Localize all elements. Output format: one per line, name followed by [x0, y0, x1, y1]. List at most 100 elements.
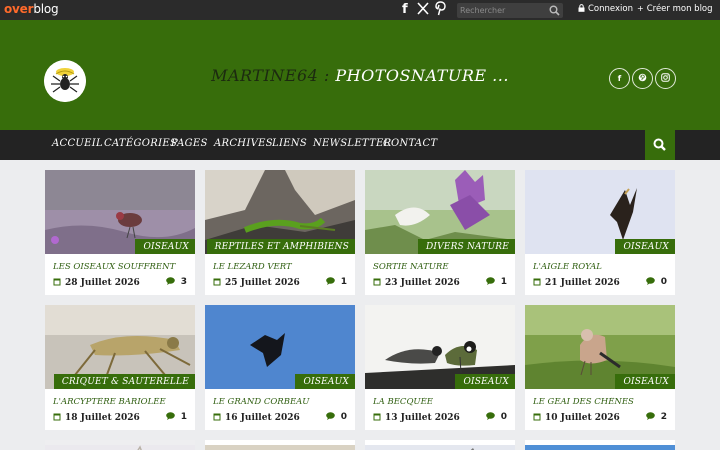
blog-header: MARTINE64 : PHOTOSNATURE ... f [0, 20, 720, 130]
post-category-badge[interactable]: CRIQUET & SAUTERELLE [53, 374, 195, 389]
logo-blog: blog [33, 2, 59, 16]
comment-icon [165, 277, 175, 285]
post-card[interactable]: REPTILES ET AMPHIBIENS Le lézard vert 25… [205, 170, 355, 295]
comment-icon [325, 412, 335, 420]
post-card[interactable]: OISEAUX Le geai des chênes 10 Juillet 20… [525, 305, 675, 430]
search-icon[interactable] [549, 5, 560, 16]
post-date-text: 25 Juillet 2026 [225, 278, 300, 288]
post-category-badge[interactable]: DIVERS NATURE [417, 239, 515, 254]
post-category-badge[interactable]: REPTILES ET AMPHIBIENS [206, 239, 355, 254]
post-date: 21 Juillet 2026 [533, 277, 620, 288]
facebook-icon[interactable]: f [402, 2, 408, 17]
post-date: 25 Juillet 2026 [213, 277, 300, 288]
post-title[interactable]: L'arcyptère bariolée [53, 397, 189, 407]
site-title-part1: MARTINE64 : [211, 66, 330, 85]
post-thumbnail[interactable] [525, 445, 675, 450]
post-card-partial[interactable] [205, 440, 355, 450]
post-date: 28 Juillet 2026 [53, 277, 140, 288]
post-comments-count: 0 [340, 412, 347, 422]
nav-item-liens[interactable]: Liens [272, 138, 307, 149]
post-card-partial[interactable] [365, 440, 515, 450]
post-comments-count: 1 [500, 277, 507, 287]
comment-icon [325, 277, 335, 285]
header-facebook-icon[interactable]: f [609, 68, 630, 89]
post-comments[interactable]: 2 [645, 412, 667, 422]
x-icon[interactable] [417, 2, 429, 19]
login-link[interactable]: Connexion [578, 4, 633, 14]
post-category-badge[interactable]: OISEAUX [295, 374, 355, 389]
lock-icon [578, 4, 585, 12]
post-comments-count: 2 [660, 412, 667, 422]
post-date-text: 16 Juillet 2026 [225, 413, 300, 423]
post-comments-count: 1 [340, 277, 347, 287]
post-card[interactable]: OISEAUX L'aigle royal 21 Juillet 2026 0 [525, 170, 675, 295]
post-comments-count: 3 [180, 277, 187, 287]
post-date-text: 28 Juillet 2026 [65, 278, 140, 288]
nav-item-pages[interactable]: Pages [171, 138, 208, 149]
comment-icon [485, 277, 495, 285]
post-category-badge[interactable]: OISEAUX [615, 239, 675, 254]
post-comments[interactable]: 1 [165, 412, 187, 422]
post-date-text: 10 Juillet 2026 [545, 413, 620, 423]
post-date: 10 Juillet 2026 [533, 412, 620, 423]
nav-item-contact[interactable]: Contact [383, 138, 437, 149]
post-title[interactable]: L'aigle royal [533, 262, 669, 272]
post-title[interactable]: Le grand corbeau [213, 397, 349, 407]
nav-item-categories[interactable]: Catégories [104, 138, 177, 149]
post-comments-count: 0 [500, 412, 507, 422]
post-category-badge[interactable]: OISEAUX [455, 374, 515, 389]
post-card[interactable]: OISEAUX Les oiseaux souffrent 28 Juillet… [45, 170, 195, 295]
post-title[interactable]: Le geai des chênes [533, 397, 669, 407]
comment-icon [645, 412, 655, 420]
nav-item-archives[interactable]: Archives [214, 138, 273, 149]
post-date: 13 Juillet 2026 [373, 412, 460, 423]
header-instagram-icon[interactable] [655, 68, 676, 89]
comment-icon [645, 277, 655, 285]
post-comments[interactable]: 0 [645, 277, 667, 287]
post-title[interactable]: Sortie nature [373, 262, 509, 272]
calendar-icon [53, 278, 61, 286]
nav-item-newsletter[interactable]: Newsletter [313, 138, 391, 149]
calendar-icon [533, 413, 541, 421]
nav-search-button[interactable] [645, 130, 675, 160]
create-blog-label: Créer mon blog [646, 4, 713, 14]
post-thumbnail[interactable] [205, 445, 355, 450]
pinterest-icon[interactable] [435, 1, 446, 20]
search-input[interactable] [460, 4, 548, 17]
search-box [457, 3, 563, 18]
post-comments[interactable]: 1 [325, 277, 347, 287]
overblog-logo[interactable]: overblog [4, 2, 59, 16]
post-date: 16 Juillet 2026 [213, 412, 300, 423]
post-card[interactable]: OISEAUX Le grand corbeau 16 Juillet 2026… [205, 305, 355, 430]
post-title[interactable]: La becquée [373, 397, 509, 407]
post-comments[interactable]: 1 [485, 277, 507, 287]
comment-icon [485, 412, 495, 420]
post-card[interactable]: OISEAUX La becquée 13 Juillet 2026 0 [365, 305, 515, 430]
post-card-partial[interactable] [525, 440, 675, 450]
post-comments[interactable]: 0 [325, 412, 347, 422]
post-date-text: 23 Juillet 2026 [385, 278, 460, 288]
plus-icon: + [637, 4, 644, 13]
site-title-part2: PHOTOSNATURE ... [335, 66, 509, 85]
login-label: Connexion [588, 4, 633, 14]
post-title[interactable]: Les oiseaux souffrent [53, 262, 189, 272]
post-card[interactable]: CRIQUET & SAUTERELLE L'arcyptère bariolé… [45, 305, 195, 430]
post-category-badge[interactable]: OISEAUX [615, 374, 675, 389]
post-date-text: 21 Juillet 2026 [545, 278, 620, 288]
post-comments[interactable]: 0 [485, 412, 507, 422]
post-comments-count: 0 [660, 277, 667, 287]
post-card[interactable]: DIVERS NATURE Sortie nature 23 Juillet 2… [365, 170, 515, 295]
post-thumbnail[interactable] [365, 445, 515, 450]
nav-item-accueil[interactable]: Accueil [52, 138, 103, 149]
post-date: 18 Juillet 2026 [53, 412, 140, 423]
search-icon [653, 138, 666, 151]
post-date-text: 18 Juillet 2026 [65, 413, 140, 423]
post-comments[interactable]: 3 [165, 277, 187, 287]
post-category-badge[interactable]: OISEAUX [135, 239, 195, 254]
post-title[interactable]: Le lézard vert [213, 262, 349, 272]
create-blog-link[interactable]: + Créer mon blog [637, 4, 713, 14]
calendar-icon [533, 278, 541, 286]
header-pinterest-icon[interactable] [632, 68, 653, 89]
post-card-partial[interactable] [45, 440, 195, 450]
post-thumbnail[interactable] [45, 445, 195, 450]
